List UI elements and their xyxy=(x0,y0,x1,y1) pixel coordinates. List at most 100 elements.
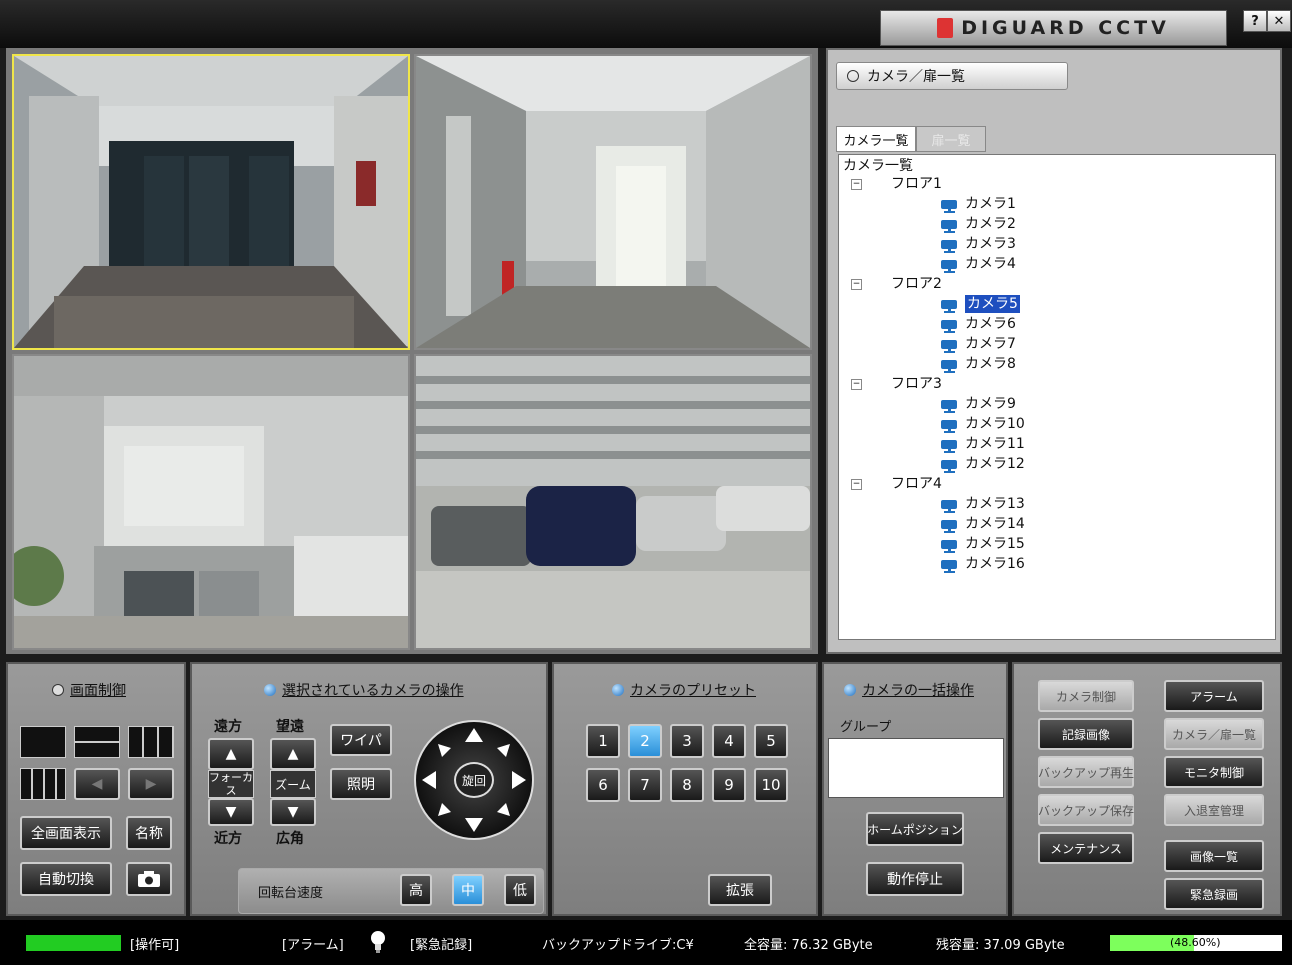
menu-right-item[interactable]: カメラ／扉一覧 xyxy=(1164,718,1264,750)
tree-expander[interactable]: − xyxy=(851,179,862,190)
tree-expander[interactable]: − xyxy=(851,479,862,490)
preset-button-4[interactable]: 4 xyxy=(712,724,746,758)
camera-feed-2[interactable] xyxy=(414,54,812,350)
arrow-left-icon: ◀ xyxy=(91,776,103,792)
menu-right-item[interactable]: 緊急録画 xyxy=(1164,878,1264,910)
help-button[interactable]: ? xyxy=(1243,10,1267,32)
tree-expander[interactable]: − xyxy=(851,379,862,390)
tree-camera-item[interactable]: カメラ16 xyxy=(965,555,1025,573)
tree-camera-item[interactable]: カメラ2 xyxy=(965,215,1016,233)
tree-floor[interactable]: フロア2 xyxy=(891,275,942,293)
layout-9-button[interactable] xyxy=(128,726,174,758)
tree-root[interactable]: カメラ一覧 xyxy=(843,157,913,175)
camera-feed-1[interactable] xyxy=(12,54,410,350)
preset-button-9[interactable]: 9 xyxy=(712,768,746,802)
lightbulb-icon xyxy=(370,930,386,958)
zoom-tele-button[interactable]: ▲ xyxy=(270,738,316,770)
camera-feed-4[interactable] xyxy=(414,354,812,650)
emergency-status: [緊急記録] xyxy=(410,938,473,953)
preset-button-5[interactable]: 5 xyxy=(754,724,788,758)
tree-floor[interactable]: フロア1 xyxy=(891,175,942,193)
camera-icon xyxy=(941,520,957,533)
preset-button-3[interactable]: 3 xyxy=(670,724,704,758)
menu-left-item[interactable]: バックアップ保存 xyxy=(1038,794,1134,826)
rotate-button[interactable]: 旋回 xyxy=(454,762,494,798)
arrow-down-icon: ▼ xyxy=(225,804,237,820)
zoom-wide-button[interactable]: ▼ xyxy=(270,798,316,826)
tree-camera-item[interactable]: カメラ8 xyxy=(965,355,1016,373)
tab-camera-list[interactable]: カメラ一覧 xyxy=(836,126,916,152)
menu-right-item[interactable]: アラーム xyxy=(1164,680,1264,712)
tree-camera-item[interactable]: カメラ5 xyxy=(965,295,1020,313)
tree-camera-item[interactable]: カメラ4 xyxy=(965,255,1016,273)
tree-camera-item[interactable]: カメラ6 xyxy=(965,315,1016,333)
light-button[interactable]: 照明 xyxy=(330,768,392,800)
menu-right-item[interactable]: モニタ制御 xyxy=(1164,756,1264,788)
speed-mid-button[interactable]: 中 xyxy=(452,874,484,906)
tele-label: 望遠 xyxy=(276,719,304,735)
snapshot-button[interactable] xyxy=(126,862,172,896)
camera-tree[interactable]: カメラ一覧 − フロア1 カメラ1 カメラ2 カメラ3 カメラ4 − フロア2 カメラ5 カメラ6 カ… xyxy=(838,154,1276,640)
stop-button[interactable]: 動作停止 xyxy=(866,862,964,896)
menu-left-item[interactable]: メンテナンス xyxy=(1038,832,1134,864)
group-listbox[interactable] xyxy=(828,738,1004,798)
tree-camera-item[interactable]: カメラ3 xyxy=(965,235,1016,253)
tab-door-list[interactable]: 扉一覧 xyxy=(916,126,986,152)
tree-camera-item[interactable]: カメラ12 xyxy=(965,455,1025,473)
prev-layout-button[interactable]: ◀ xyxy=(74,768,120,800)
layout-16-button[interactable] xyxy=(20,768,66,800)
tree-camera-item[interactable]: カメラ7 xyxy=(965,335,1016,353)
operable-indicator xyxy=(26,935,121,951)
menu-left-item[interactable]: 記録画像 xyxy=(1038,718,1134,750)
preset-button-7[interactable]: 7 xyxy=(628,768,662,802)
camera-icon xyxy=(941,400,957,413)
tree-camera-item[interactable]: カメラ13 xyxy=(965,495,1025,513)
preset-button-1[interactable]: 1 xyxy=(586,724,620,758)
preset-button-6[interactable]: 6 xyxy=(586,768,620,802)
tree-camera-item[interactable]: カメラ14 xyxy=(965,515,1025,533)
wiper-button[interactable]: ワイパ xyxy=(330,724,392,756)
app-logo: DIGUARD CCTV xyxy=(880,10,1227,46)
speed-high-button[interactable]: 高 xyxy=(400,874,432,906)
focus-far-button[interactable]: ▲ xyxy=(208,738,254,770)
menu-left-item[interactable]: バックアップ再生 xyxy=(1038,756,1134,788)
expand-button[interactable]: 拡張 xyxy=(708,874,772,906)
tree-camera-item[interactable]: カメラ9 xyxy=(965,395,1016,413)
arrow-down-icon: ▼ xyxy=(287,804,299,820)
camera-feed-3[interactable] xyxy=(12,354,410,650)
zoom-label: ズーム xyxy=(270,770,316,798)
speed-low-button[interactable]: 低 xyxy=(504,874,536,906)
name-button[interactable]: 名称 xyxy=(126,816,172,850)
focus-auto-button[interactable]: フォーカス AUTO xyxy=(208,770,254,810)
tree-camera-item[interactable]: カメラ10 xyxy=(965,415,1025,433)
menu-right-item[interactable]: 入退室管理 xyxy=(1164,794,1264,826)
status-bar: [操作可] [アラーム] [緊急記録] バックアップドライブ:C¥ 全容量: 7… xyxy=(0,920,1292,965)
tree-expander[interactable]: − xyxy=(851,279,862,290)
fullscreen-button[interactable]: 全画面表示 xyxy=(20,816,112,850)
layout-1-button[interactable] xyxy=(20,726,66,758)
tree-camera-item[interactable]: カメラ11 xyxy=(965,435,1025,453)
preset-button-10[interactable]: 10 xyxy=(754,768,788,802)
tree-floor[interactable]: フロア3 xyxy=(891,375,942,393)
camera-ops-title: 選択されているカメラの操作 xyxy=(264,680,464,700)
auto-switch-button[interactable]: 自動切換 xyxy=(20,862,112,896)
ptz-pad[interactable]: 旋回 xyxy=(414,720,534,840)
tree-camera-item[interactable]: カメラ15 xyxy=(965,535,1025,553)
layout-2-button[interactable] xyxy=(74,726,120,758)
speed-label: 回転台速度 xyxy=(258,886,324,901)
preset-button-8[interactable]: 8 xyxy=(670,768,704,802)
preset-button-2[interactable]: 2 xyxy=(628,724,662,758)
menu-right-item[interactable]: 画像一覧 xyxy=(1164,840,1264,872)
tree-camera-item[interactable]: カメラ1 xyxy=(965,195,1016,213)
tree-floor[interactable]: フロア4 xyxy=(891,475,942,493)
camera-ops-panel: 選択されているカメラの操作 遠方 望遠 ▲ フォーカス AUTO ▼ ▲ ズーム… xyxy=(190,662,548,916)
home-position-button[interactable]: ホームポジション xyxy=(866,812,964,846)
screen-control-title: 画面制御 xyxy=(52,680,126,700)
focus-near-button[interactable]: ▼ xyxy=(208,798,254,826)
usage-text: (48.60%) xyxy=(1170,936,1221,949)
arrow-right-icon: ▶ xyxy=(145,776,157,792)
next-layout-button[interactable]: ▶ xyxy=(128,768,174,800)
batch-ops-panel: カメラの一括操作 グループ ホームポジション 動作停止 xyxy=(822,662,1008,916)
menu-left-item[interactable]: カメラ制御 xyxy=(1038,680,1134,712)
close-button[interactable]: ✕ xyxy=(1267,10,1291,32)
